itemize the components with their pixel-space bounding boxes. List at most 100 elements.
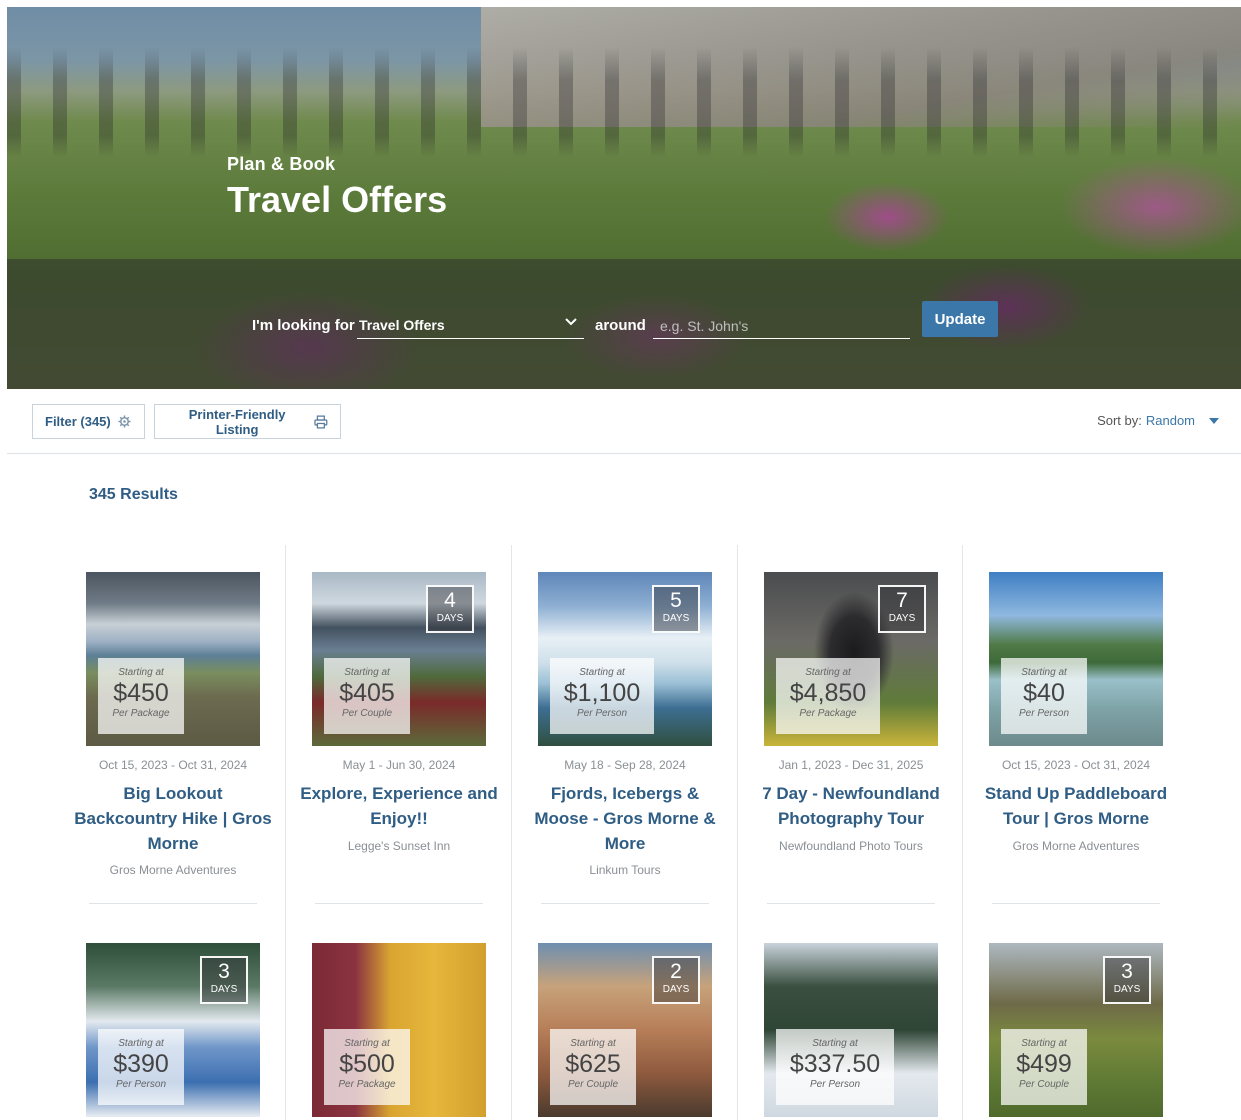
price-badge: Starting at $625 Per Couple <box>550 1029 636 1105</box>
offer-image[interactable]: Starting at $450 Per Package <box>86 572 260 746</box>
days-count: 7 <box>896 589 908 612</box>
offer-dates: May 1 - Jun 30, 2024 <box>342 758 456 772</box>
offer-title-link[interactable]: Explore, Experience and Enjoy!! <box>299 781 499 831</box>
price-value: $405 <box>339 679 395 707</box>
price-value: $390 <box>113 1050 169 1078</box>
around-label: around <box>595 317 646 334</box>
hero-crowd-backdrop <box>7 47 1241 157</box>
offer-dates: May 18 - Sep 28, 2024 <box>564 758 686 772</box>
offer-image[interactable]: 2 DAYS Starting at $625 Per Couple <box>538 943 712 1117</box>
settings-icon <box>118 415 131 428</box>
price-unit: Per Package <box>112 708 170 719</box>
days-count: 2 <box>670 960 682 983</box>
price-unit: Per Person <box>115 1079 167 1090</box>
offer-image[interactable]: 4 DAYS Starting at $405 Per Couple <box>312 572 486 746</box>
printer-icon <box>314 414 328 429</box>
starting-at-label: Starting at <box>570 1038 616 1049</box>
days-count: 5 <box>670 589 682 612</box>
card-divider <box>541 903 709 904</box>
days-badge: 2 DAYS <box>652 956 700 1004</box>
offer-dates: Oct 15, 2023 - Oct 31, 2024 <box>98 758 248 772</box>
card-divider <box>315 903 483 904</box>
offer-vendor: Gros Morne Adventures <box>1012 839 1140 853</box>
starting-at-label: Starting at <box>344 1038 390 1049</box>
starting-at-label: Starting at <box>344 667 390 678</box>
sort-dropdown[interactable]: Sort by: Random <box>1097 413 1219 428</box>
update-button[interactable]: Update <box>922 301 998 337</box>
offer-dates: Jan 1, 2023 - Dec 31, 2025 <box>778 758 924 772</box>
offer-vendor: Newfoundland Photo Tours <box>779 839 923 853</box>
offer-image[interactable]: Starting at $337.50 Per Person <box>764 943 938 1117</box>
price-unit: Per Person <box>809 1079 861 1090</box>
category-select[interactable]: Travel Offers <box>357 307 584 339</box>
starting-at-label: Starting at <box>1021 667 1067 678</box>
offer-vendor: Gros Morne Adventures <box>109 863 237 877</box>
days-label: DAYS <box>210 984 238 995</box>
sort-label: Sort by: <box>1097 413 1142 428</box>
sort-value: Random <box>1145 413 1195 428</box>
price-unit: Per Person <box>576 708 628 719</box>
offer-image[interactable]: Starting at $500 Per Package <box>312 943 486 1117</box>
offer-vendor: Legge's Sunset Inn <box>347 839 451 853</box>
price-unit: Per Couple <box>341 708 393 719</box>
days-count: 4 <box>444 589 456 612</box>
days-label: DAYS <box>888 613 916 624</box>
price-badge: Starting at $4,850 Per Package <box>776 658 880 734</box>
column-divider <box>511 545 512 1120</box>
offer-vendor: Linkum Tours <box>589 863 661 877</box>
column-divider <box>285 545 286 1120</box>
card-divider <box>767 903 935 904</box>
price-badge: Starting at $337.50 Per Person <box>776 1029 894 1105</box>
starting-at-label: Starting at <box>805 667 851 678</box>
days-badge: 3 DAYS <box>1103 956 1151 1004</box>
caret-down-icon <box>1209 417 1219 424</box>
price-unit: Per Person <box>1018 708 1070 719</box>
results-count: 345 Results <box>89 486 178 503</box>
results-toolbar: Filter (345) Printer-Friendly Listing So… <box>7 389 1241 454</box>
filter-button-label: Filter (345) <box>45 414 111 429</box>
starting-at-label: Starting at <box>118 667 164 678</box>
price-unit: Per Couple <box>1018 1079 1070 1090</box>
offer-title-link[interactable]: Stand Up Paddleboard Tour | Gros Morne <box>976 781 1176 831</box>
offer-image[interactable]: 3 DAYS Starting at $499 Per Couple <box>989 943 1163 1117</box>
offer-title-link[interactable]: Big Lookout Backcountry Hike | Gros Morn… <box>73 781 273 856</box>
price-value: $40 <box>1023 679 1065 707</box>
price-value: $4,850 <box>789 679 867 707</box>
price-value: $499 <box>1016 1050 1072 1078</box>
printer-friendly-button[interactable]: Printer-Friendly Listing <box>154 404 341 439</box>
hero-banner: Plan & Book Travel Offers I'm looking fo… <box>7 7 1241 389</box>
days-count: 3 <box>1121 960 1133 983</box>
location-input[interactable] <box>653 307 910 339</box>
card-divider <box>89 903 257 904</box>
starting-at-label: Starting at <box>579 667 625 678</box>
offer-title-link[interactable]: 7 Day - Newfoundland Photography Tour <box>751 781 951 831</box>
days-label: DAYS <box>662 984 690 995</box>
days-count: 3 <box>218 960 230 983</box>
price-badge: Starting at $499 Per Couple <box>1001 1029 1087 1105</box>
days-label: DAYS <box>662 613 690 624</box>
price-unit: Per Couple <box>567 1079 619 1090</box>
days-badge: 3 DAYS <box>200 956 248 1004</box>
category-select-value: Travel Offers <box>359 317 445 333</box>
price-unit: Per Package <box>799 708 857 719</box>
offer-title-link[interactable]: Fjords, Icebergs & Moose - Gros Morne & … <box>525 781 725 856</box>
price-badge: Starting at $40 Per Person <box>1001 658 1087 734</box>
looking-for-label: I'm looking for <box>252 317 355 334</box>
price-value: $337.50 <box>789 1050 881 1078</box>
price-badge: Starting at $405 Per Couple <box>324 658 410 734</box>
offer-image[interactable]: Starting at $40 Per Person <box>989 572 1163 746</box>
filter-button[interactable]: Filter (345) <box>32 404 145 439</box>
column-divider <box>962 545 963 1120</box>
price-value: $625 <box>565 1050 621 1078</box>
offer-image[interactable]: 7 DAYS Starting at $4,850 Per Package <box>764 572 938 746</box>
price-value: $450 <box>113 679 169 707</box>
days-label: DAYS <box>1113 984 1141 995</box>
days-badge: 7 DAYS <box>878 585 926 633</box>
offer-image[interactable]: 3 DAYS Starting at $390 Per Person <box>86 943 260 1117</box>
offer-image[interactable]: 5 DAYS Starting at $1,100 Per Person <box>538 572 712 746</box>
price-badge: Starting at $450 Per Package <box>98 658 184 734</box>
hero-kicker: Plan & Book <box>227 154 336 174</box>
price-badge: Starting at $500 Per Package <box>324 1029 410 1105</box>
starting-at-label: Starting at <box>812 1038 858 1049</box>
search-form: I'm looking for Travel Offers around Upd… <box>7 299 1241 349</box>
